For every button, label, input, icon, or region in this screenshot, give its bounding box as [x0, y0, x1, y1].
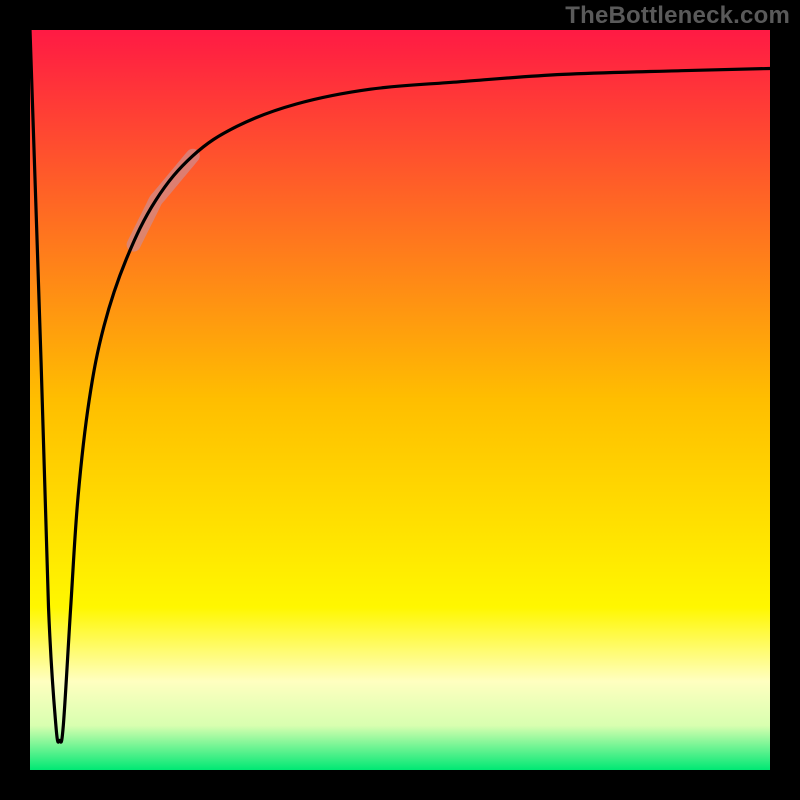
- gradient-background: [30, 30, 770, 770]
- chart-frame: TheBottleneck.com: [0, 0, 800, 800]
- watermark-text: TheBottleneck.com: [565, 2, 790, 30]
- bottleneck-chart: [0, 0, 800, 800]
